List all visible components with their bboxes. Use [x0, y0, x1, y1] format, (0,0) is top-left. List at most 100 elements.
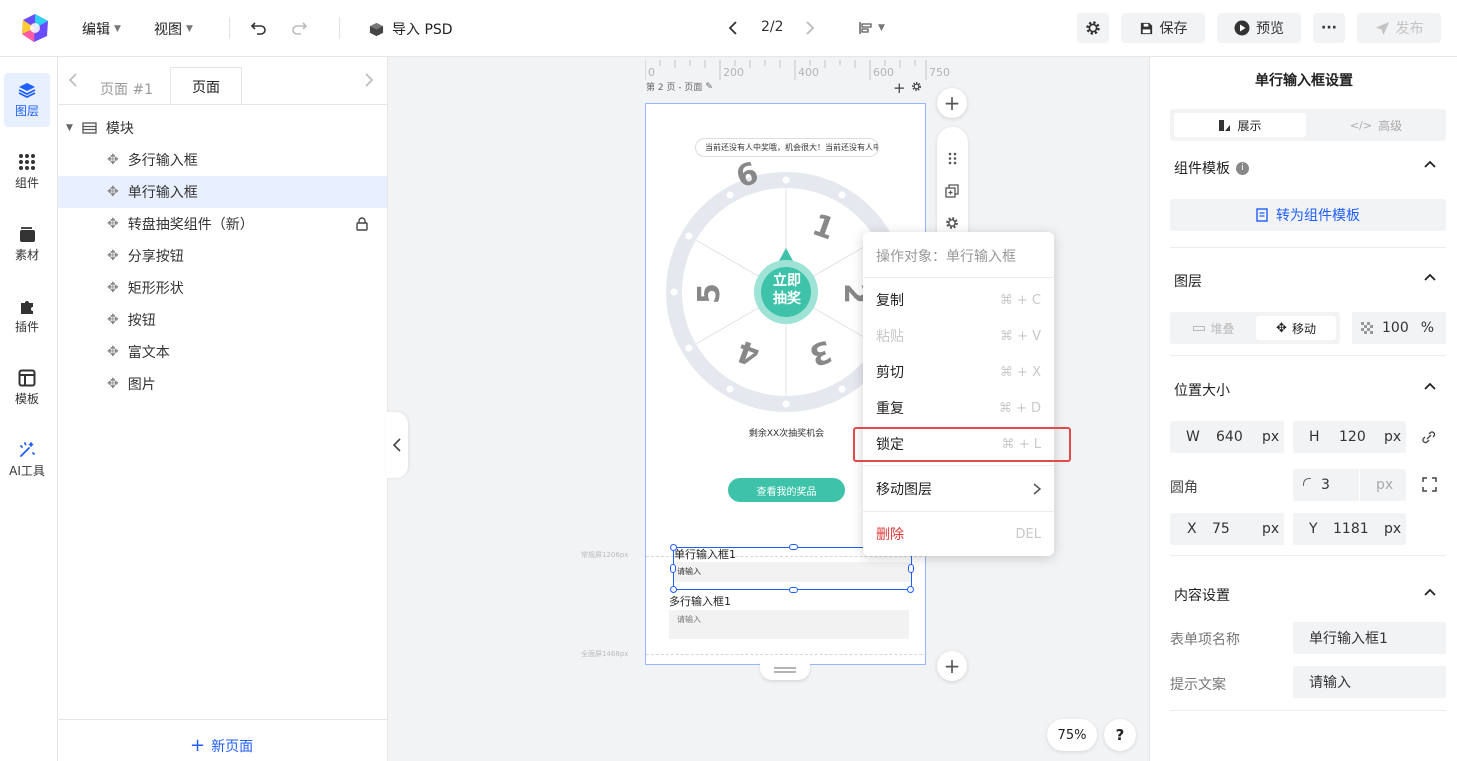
help-button[interactable]: ?: [1104, 719, 1136, 751]
nav-layers[interactable]: 图层: [4, 73, 50, 127]
resize-handle[interactable]: [670, 564, 676, 573]
my-prizes-button[interactable]: 查看我的奖品: [728, 478, 845, 502]
collapse-icon[interactable]: [1424, 382, 1436, 390]
radius-field[interactable]: 3 px: [1293, 469, 1406, 501]
layer-item[interactable]: ✥ 按钮: [58, 304, 387, 336]
nav-components-label: 组件: [14, 176, 39, 190]
menu-view[interactable]: 视图 ▼: [154, 19, 193, 39]
template-icon: [18, 369, 36, 387]
nav-ai-tools[interactable]: AI工具: [4, 433, 50, 487]
resize-page-handle[interactable]: [760, 660, 810, 680]
undo-icon[interactable]: [250, 19, 268, 37]
tab-page-current[interactable]: 页面: [170, 67, 242, 105]
layer-group-module[interactable]: ▼ 模块: [58, 112, 387, 144]
add-below-button[interactable]: +: [937, 651, 967, 681]
layer-item-selected[interactable]: ✥ 单行输入框: [58, 176, 387, 208]
collapse-icon[interactable]: [1424, 160, 1436, 168]
menu-item-delete[interactable]: 删除 DEL: [863, 516, 1054, 552]
resize-handle[interactable]: [908, 564, 914, 573]
settings-button[interactable]: [1077, 13, 1109, 43]
guide-full-label: 全面屏1468px: [581, 650, 629, 658]
more-button[interactable]: ···: [1313, 13, 1345, 43]
single-input-field[interactable]: 请输入: [674, 562, 911, 582]
hint-input[interactable]: 请输入: [1293, 666, 1446, 698]
convert-template-button[interactable]: 转为组件模板: [1170, 199, 1446, 231]
preview-button[interactable]: 预览: [1217, 13, 1301, 43]
x-value: 75: [1212, 521, 1230, 537]
x-label: X: [1187, 521, 1197, 537]
gear-icon[interactable]: [945, 216, 959, 230]
next-page-icon[interactable]: [803, 20, 817, 36]
tab-advanced[interactable]: </> 高级: [1310, 113, 1442, 137]
layer-item[interactable]: ✥ 分享按钮: [58, 240, 387, 272]
layer-item[interactable]: ✥ 多行输入框: [58, 144, 387, 176]
multi-input-field[interactable]: 请输入: [669, 610, 909, 639]
nav-plugins[interactable]: 插件: [4, 289, 50, 343]
menu-item-copy[interactable]: 复制 ⌘ + C: [863, 282, 1054, 318]
publish-button[interactable]: 发布: [1357, 13, 1441, 43]
info-icon[interactable]: i: [1236, 161, 1249, 175]
resize-handle[interactable]: [907, 586, 914, 593]
resize-handle[interactable]: [670, 586, 677, 593]
save-button[interactable]: 保存: [1121, 13, 1205, 43]
resize-handle[interactable]: [789, 587, 798, 593]
page-indicator: 2/2: [761, 19, 784, 35]
add-above-button[interactable]: +: [937, 88, 967, 118]
prev-page-icon[interactable]: [726, 20, 740, 36]
convert-template-label: 转为组件模板: [1276, 208, 1360, 224]
page-label-text: 第 2 页 - 页面: [646, 83, 703, 93]
collapse-panel-handle[interactable]: [386, 412, 408, 478]
tabs-prev-icon[interactable]: [68, 73, 78, 87]
mode-move[interactable]: ✥ 移动: [1256, 316, 1336, 340]
tabs-next-icon[interactable]: [364, 73, 374, 87]
tab-page-1[interactable]: 页面 #1: [100, 79, 153, 99]
menu-item-move-layer[interactable]: 移动图层: [863, 471, 1054, 507]
page-label[interactable]: 第 2 页 - 页面 ✎: [646, 80, 713, 94]
layer-item[interactable]: ✥ 富文本: [58, 336, 387, 368]
nav-components[interactable]: 组件: [4, 145, 50, 199]
width-field[interactable]: W 640 px: [1170, 421, 1284, 453]
x-field[interactable]: X 75 px: [1170, 513, 1284, 545]
save-label: 保存: [1159, 21, 1188, 37]
top-toolbar: 编辑 ▼ 视图 ▼ 导入 PSD 2/2 ▼ 保存 预览 ··· 发布: [0, 0, 1457, 57]
resize-handle[interactable]: [789, 544, 798, 550]
layer-item[interactable]: ✥ 图片: [58, 368, 387, 400]
layer-item[interactable]: ✥ 转盘抽奖组件（新）: [58, 208, 387, 240]
collapse-icon[interactable]: [1424, 588, 1436, 596]
redo-icon[interactable]: [290, 19, 308, 37]
lock-ratio-icon[interactable]: [1421, 429, 1437, 445]
form-name-input[interactable]: 单行输入框1: [1293, 622, 1446, 654]
import-psd-button[interactable]: 导入 PSD: [369, 19, 453, 39]
menu-item-duplicate[interactable]: 重复 ⌘ + D: [863, 390, 1054, 426]
draw-button[interactable]: 立即 抽奖: [766, 272, 808, 308]
divider: [1170, 555, 1446, 556]
resize-handle[interactable]: [670, 544, 677, 551]
app-logo[interactable]: [20, 13, 50, 43]
menu-item-paste[interactable]: 粘贴 ⌘ + V: [863, 318, 1054, 354]
nav-assets[interactable]: 素材: [4, 217, 50, 271]
mode-stack[interactable]: 堆叠: [1174, 316, 1254, 340]
checker-icon: [1361, 322, 1373, 334]
nav-templates[interactable]: 模板: [4, 361, 50, 415]
new-page-button[interactable]: + 新页面: [190, 736, 253, 756]
y-field[interactable]: Y 1181 px: [1293, 513, 1406, 545]
menu-item-cut[interactable]: 剪切 ⌘ + X: [863, 354, 1054, 390]
duplicate-icon[interactable]: [945, 184, 959, 198]
menu-item-shortcut: ⌘ + C: [999, 292, 1041, 308]
expand-corners-icon[interactable]: [1422, 477, 1437, 492]
zoom-control[interactable]: 75%: [1047, 719, 1097, 751]
divider: [1170, 710, 1446, 711]
section-position-title: 位置大小: [1174, 383, 1230, 399]
drag-icon[interactable]: [948, 152, 957, 165]
menu-edit[interactable]: 编辑 ▼: [82, 19, 121, 39]
lock-icon[interactable]: [356, 217, 368, 231]
page-settings-icon[interactable]: [911, 81, 922, 92]
height-field[interactable]: H 120 px: [1293, 421, 1406, 453]
align-dropdown[interactable]: ▼: [858, 20, 885, 36]
add-component-icon[interactable]: +: [893, 79, 906, 97]
opacity-field[interactable]: 100 %: [1352, 312, 1446, 344]
tab-display[interactable]: 展示: [1174, 113, 1306, 137]
move-handle-icon: ✥: [107, 184, 119, 200]
layer-item[interactable]: ✥ 矩形形状: [58, 272, 387, 304]
collapse-icon[interactable]: [1424, 273, 1436, 281]
